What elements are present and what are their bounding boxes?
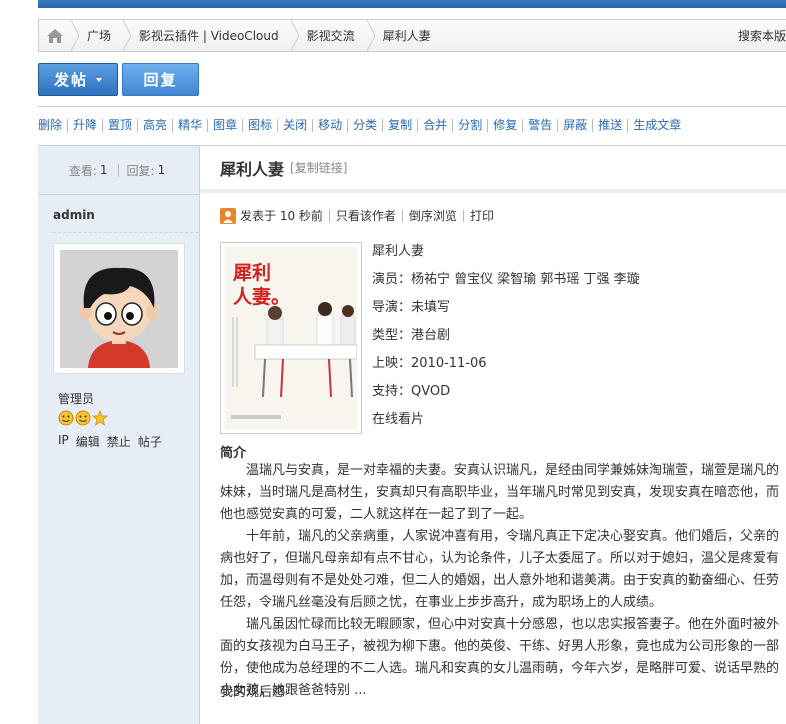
svg-text:犀利: 犀利 (233, 262, 271, 284)
breadcrumb-separator-icon (123, 20, 132, 51)
mod-split[interactable]: 分割 (452, 119, 487, 132)
user-rank-icons (58, 410, 108, 426)
mod-icon[interactable]: 图标 (242, 119, 277, 132)
breadcrumb-item-current[interactable]: 犀利人妻 (375, 20, 443, 51)
user-role: 管理员 (58, 392, 95, 406)
mod-digest[interactable]: 精华 (172, 119, 207, 132)
user-link-ban[interactable]: 禁止 (107, 433, 131, 450)
breadcrumb-separator-icon (71, 20, 79, 51)
mod-stick[interactable]: 置顶 (102, 119, 137, 132)
breadcrumb-separator-icon (366, 20, 375, 51)
breadcrumb: 广场 影视云插件 | VideoCloud 影视交流 犀利人妻 搜索本版 (38, 19, 786, 52)
avatar[interactable] (53, 243, 185, 374)
mod-bump[interactable]: 升降 (67, 119, 102, 132)
post-meta: 发表于 10 秒前 只看该作者 倒序浏览 打印 (220, 207, 500, 224)
mod-repair[interactable]: 修复 (487, 119, 522, 132)
movie-support: 支持：QVOD (372, 384, 451, 399)
thread-title-bar: 犀利人妻 [复制链接] (200, 145, 786, 193)
movie-genre: 类型：港台剧 (372, 328, 451, 343)
post-time: 发表于 10 秒前 (240, 209, 323, 223)
user-links: IP 编辑 禁止 帖子 (58, 433, 162, 450)
only-author-link[interactable]: 只看该作者 (328, 209, 402, 222)
divider (38, 106, 786, 107)
mod-move[interactable]: 移动 (312, 119, 347, 132)
mod-copy[interactable]: 复制 (382, 119, 417, 132)
movie-name: 犀利人妻 (372, 244, 425, 259)
mod-delete[interactable]: 删除 (38, 119, 67, 132)
smiley-icon (75, 410, 91, 426)
user-link-ip[interactable]: IP (58, 433, 69, 450)
reply-button[interactable]: 回复 (122, 63, 199, 96)
synopsis-paragraph: 瑞凡虽因忙碌而比较无暇顾家，但心中对安真十分感恩，也以忠实报答妻子。他在外面时被… (220, 617, 780, 698)
synopsis-body: 温瑞凡与安真，是一对幸福的夫妻。安真认识瑞凡，是经由同学兼姊妹淘瑞萱，瑞萱是瑞凡… (220, 460, 786, 702)
synopsis-heading: 简介 (220, 446, 247, 461)
breadcrumb-item-plaza[interactable]: 广场 (79, 20, 123, 51)
synopsis-paragraph: 十年前，瑞凡的父亲病重，人家说冲喜有用，令瑞凡真正下定决心娶安真。他们婚后，父亲… (220, 529, 780, 610)
views-label: 查看: (68, 163, 97, 178)
user-online-icon (220, 207, 236, 224)
breadcrumb-item-film-talk[interactable]: 影视交流 (299, 20, 367, 51)
reverse-order-link[interactable]: 倒序浏览 (401, 209, 463, 222)
online-watch-link[interactable]: 在线看片 (372, 410, 640, 438)
views-count: 1 (99, 163, 108, 177)
author-sidebar: 查看: 1 | 回复: 1 admin 管理员 IP 编辑 禁止 帖子 (38, 145, 200, 724)
movie-poster[interactable]: 犀利 人妻。 (220, 242, 362, 434)
movie-cast: 演员：杨祐宁 曾宝仪 梁智瑜 郭书瑶 丁强 李璇 (372, 272, 640, 287)
replies-count: 1 (157, 163, 166, 177)
print-link[interactable]: 打印 (462, 209, 500, 222)
movie-release: 上映：2010-11-06 (372, 356, 487, 371)
post-button-label: 发帖 (53, 71, 88, 89)
synopsis-paragraph: 温瑞凡与安真，是一对幸福的夫妻。安真认识瑞凡，是经由同学兼姊妹淘瑞萱，瑞萱是瑞凡… (220, 463, 780, 522)
mod-merge[interactable]: 合并 (417, 119, 452, 132)
chevron-down-icon (96, 77, 102, 82)
movie-director: 导演：未填写 (372, 300, 451, 315)
avatar-cartoon-icon (60, 250, 178, 368)
mod-push[interactable]: 推送 (592, 119, 627, 132)
breadcrumb-item-videocloud[interactable]: 影视云插件 | VideoCloud (131, 20, 291, 51)
mod-highlight[interactable]: 高亮 (137, 119, 172, 132)
thread-title: 犀利人妻 (220, 159, 285, 179)
mod-category[interactable]: 分类 (347, 119, 382, 132)
search-forum-link[interactable]: 搜索本版 (738, 20, 786, 51)
breadcrumb-separator-icon (290, 20, 299, 51)
home-icon[interactable] (39, 20, 71, 51)
smiley-icon (58, 410, 74, 426)
mod-close[interactable]: 关闭 (277, 119, 312, 132)
mod-ban[interactable]: 屏蔽 (557, 119, 592, 132)
star-icon (92, 410, 108, 426)
replies-label: 回复: (126, 163, 155, 178)
poster-image: 犀利 人妻。 (225, 247, 357, 429)
post-button[interactable]: 发帖 (38, 63, 118, 96)
mod-generate-article[interactable]: 生成文章 (627, 119, 686, 132)
author-name[interactable]: admin (53, 208, 95, 222)
mod-stamp[interactable]: 图章 (207, 119, 242, 132)
review-link[interactable]: 我的观后感 (220, 681, 285, 700)
movie-info: 犀利人妻 演员：杨祐宁 曾宝仪 梁智瑜 郭书瑶 丁强 李璇 导演：未填写 类型：… (372, 242, 640, 438)
thread-stats: 查看: 1 | 回复: 1 (68, 163, 166, 178)
post-content: 犀利人妻 [复制链接] 发表于 10 秒前 只看该作者 倒序浏览 打印 犀利 人… (200, 145, 786, 724)
mod-warn[interactable]: 警告 (522, 119, 557, 132)
svg-text:人妻。: 人妻。 (233, 285, 290, 308)
user-link-posts[interactable]: 帖子 (138, 433, 162, 450)
copy-link[interactable]: [复制链接] (290, 159, 347, 176)
user-link-edit[interactable]: 编辑 (76, 433, 100, 450)
moderation-toolbar: 删除 升降 置顶 高亮 精华 图章 图标 关闭 移动 分类 复制 合并 分割 修… (38, 119, 686, 132)
top-nav-bar (38, 0, 786, 8)
